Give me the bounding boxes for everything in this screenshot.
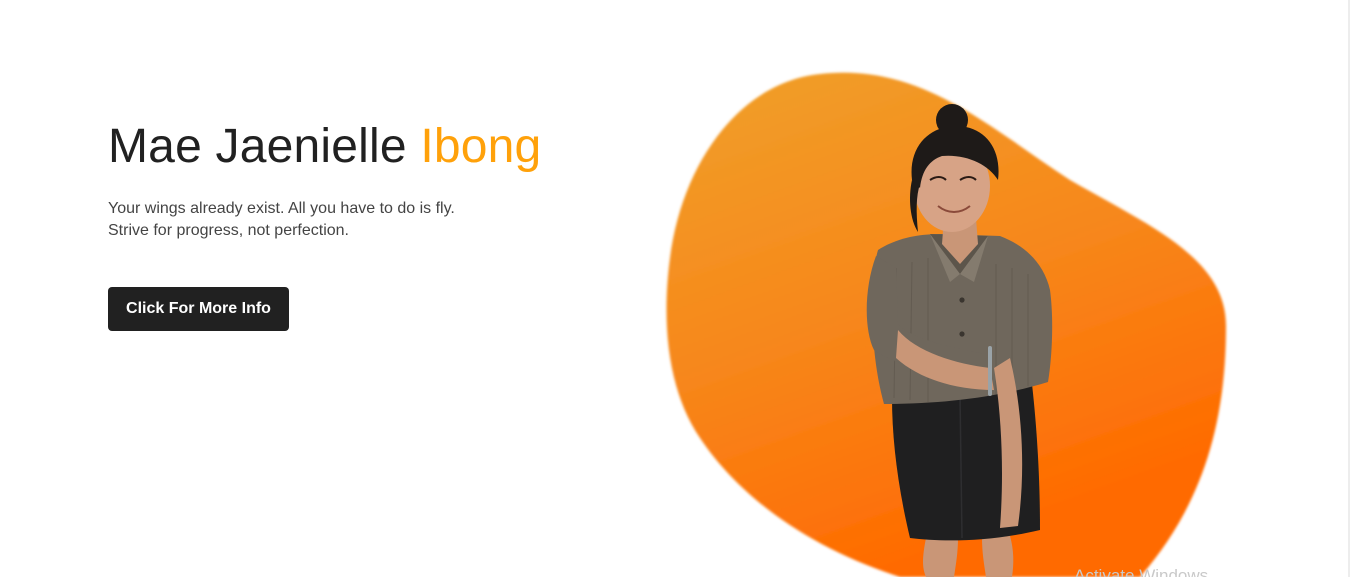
- more-info-button[interactable]: Click For More Info: [108, 287, 289, 331]
- hero-visual: [660, 68, 1240, 577]
- name-last-accent: Ibong: [420, 120, 542, 173]
- tagline-line-2: Strive for progress, not perfection.: [108, 222, 349, 239]
- page-title: Mae Jaenielle Ibong: [108, 118, 628, 176]
- activate-windows-watermark: Activate Windows: [1074, 566, 1209, 577]
- tagline-line-1: Your wings already exist. All you have t…: [108, 200, 455, 217]
- tagline: Your wings already exist. All you have t…: [108, 198, 628, 242]
- hero-portrait-illustration: [666, 72, 1226, 577]
- hero-text: Mae Jaenielle Ibong Your wings already e…: [108, 118, 628, 331]
- name-first: Mae Jaenielle: [108, 120, 407, 173]
- page: Mae Jaenielle Ibong Your wings already e…: [0, 0, 1350, 577]
